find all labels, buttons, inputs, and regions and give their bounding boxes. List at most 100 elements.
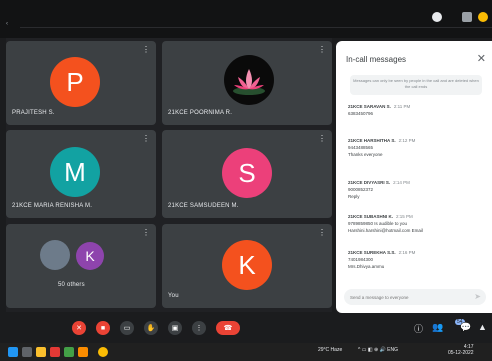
participant-name: PRAJITESH S. [12,110,55,116]
message-text: 7401984300 [348,257,374,262]
chrome-icon[interactable] [98,347,108,357]
app-icon[interactable] [64,347,74,357]
extension-icon[interactable] [432,12,442,22]
participant-tile-you[interactable]: K ⋮ You [162,224,332,308]
tray-icons[interactable]: ^ ▭ ◧ ⊕ 🔊 ENG [358,347,398,353]
close-icon[interactable]: ✕ [477,52,486,65]
message-text: 9443488565 [348,145,374,150]
chat-message: 21KCE SUREKHA S.S. 2:16 PM 7401984300 Mrs… [348,249,486,270]
start-icon[interactable] [8,347,18,357]
message-text: 9000852372 [348,187,374,192]
people-icon[interactable]: 👥 [432,322,443,333]
video-stage: P ⋮ PRAJITESH S. ⋮ 21KCE POORNIMA R. M ⋮… [6,38,332,312]
group-photo-avatar [40,240,70,270]
avatar: M [50,147,100,197]
in-call-messages-panel: In-call messages ✕ Messages can only be … [336,41,492,313]
chat-message: 21KCE SARAVAN S. 2:11 PM 6383450796 [348,103,486,117]
file-explorer-icon[interactable] [36,347,46,357]
topbar-divider [20,27,492,28]
mute-icon: ⋮ [318,228,326,237]
mic-off-button[interactable]: ✕ [72,321,86,335]
avatar-initial: P [66,66,84,97]
message-time: 2:14 PM [393,180,410,185]
end-call-button[interactable]: ☎ [216,321,240,335]
message-input[interactable] [350,292,470,302]
participant-tile-maria[interactable]: M ⋮ 21KCE MARIA RENISHA M. [6,130,156,218]
message-time: 2:16 PM [398,250,416,255]
avatar: S [222,148,272,198]
clock-date: 05-12-2022 [448,350,474,356]
chat-icon[interactable]: 💬 [460,322,471,333]
captions-button[interactable]: ▭ [120,321,134,335]
send-icon[interactable]: ➤ [474,292,481,301]
message-text: Mrs.Dhivya.ammu [348,264,385,269]
chat-notice: Messages can only be seen by people in t… [350,75,482,95]
message-time: 2:15 PM [396,214,413,219]
avatar-initial: S [238,157,256,188]
mute-icon: ⋮ [318,45,326,54]
lotus-icon [233,69,265,95]
raise-hand-button[interactable]: ✋ [144,321,158,335]
message-time: 2:12 PM [398,138,416,143]
message-text: Reply [348,194,360,199]
chat-message: 21KCE HARSHITHA S. 2:12 PM 9443488565 Tha… [348,137,486,158]
chat-message: 21KCE SUBASHNI K. 2:15 PM 9789859850 Is a… [348,213,486,234]
present-icon: ▣ [171,325,179,332]
chat-message: 21KCE DIVYASRI S. 2:14 PM 9000852372 Repl… [348,179,486,200]
message-text: Harshini.harshini@hotmail.com Email [348,228,423,233]
participant-name: 21KCE POORNIMA R. [168,110,233,116]
os-taskbar: 29°C Haze ^ ▭ ◧ ⊕ 🔊 ENG 4:17 05-12-2022 [0,343,492,361]
mute-icon: ⋮ [318,134,326,143]
more-options-button[interactable]: ⋮ [192,321,206,335]
browser-topbar: ‹ [0,0,492,38]
others-count: 50 others [58,282,85,288]
message-sender: 21KCE SUBASHNI K. [348,214,394,219]
participant-name: 21KCE SAMSUDEEN M. [168,203,239,209]
participant-name: 21KCE MARIA RENISHA M. [12,203,93,209]
meeting-controls: ✕ ■ ▭ ✋ ▣ ⋮ ☎ ⓘ 👥 54 💬 ▲ [0,313,492,343]
app-icon[interactable] [50,347,60,357]
avatar-initial: M [64,156,86,187]
clock[interactable]: 4:17 05-12-2022 [448,344,474,356]
message-sender: 21KCE SUREKHA S.S. [348,250,396,255]
camera-off-icon: ■ [100,324,106,332]
participant-tile-others[interactable]: K ⋮ 50 others [6,224,156,308]
menu-icon[interactable] [462,12,472,22]
message-sender: 21KCE HARSHITHA S. [348,138,396,143]
avatar: K [76,242,104,270]
mic-off-icon: ✕ [76,325,82,332]
avatar-initial: K [85,248,95,264]
captions-icon: ▭ [123,325,131,332]
message-compose: ➤ [344,289,486,305]
message-sender: 21KCE SARAVAN S. [348,104,391,109]
message-text: Thanks everyone [348,152,383,157]
avatar: K [222,240,272,290]
app-icon[interactable] [78,347,88,357]
back-icon[interactable]: ‹ [6,21,8,27]
mute-icon: ⋮ [142,228,150,237]
avatar-initial: K [238,249,256,280]
participant-name: You [168,293,179,299]
mute-icon: ⋮ [142,45,150,54]
camera-off-button[interactable]: ■ [96,321,110,335]
phone-hangup-icon: ☎ [223,325,233,332]
lotus-photo-avatar [224,55,274,105]
info-icon[interactable]: ⓘ [414,322,423,335]
mute-icon: ⋮ [142,134,150,143]
search-icon[interactable] [22,347,32,357]
panel-title: In-call messages [346,55,407,64]
message-text: 9789859850 Is audible to you [348,221,408,226]
message-time: 2:11 PM [393,104,411,109]
participant-tile-prajitesh[interactable]: P ⋮ PRAJITESH S. [6,41,156,125]
present-button[interactable]: ▣ [168,321,182,335]
profile-avatar[interactable] [478,12,488,22]
message-sender: 21KCE DIVYASRI S. [348,180,391,185]
weather-indicator[interactable]: 29°C Haze [318,347,342,353]
participant-tile-samsudeen[interactable]: S ⋮ 21KCE SAMSUDEEN M. [162,130,332,218]
more-vert-icon: ⋮ [195,325,203,332]
participant-tile-poornima[interactable]: ⋮ 21KCE POORNIMA R. [162,41,332,125]
activities-icon[interactable]: ▲ [478,322,487,332]
message-text: 6383450796 [348,111,374,116]
avatar: P [50,57,100,107]
hand-icon: ✋ [146,325,156,332]
